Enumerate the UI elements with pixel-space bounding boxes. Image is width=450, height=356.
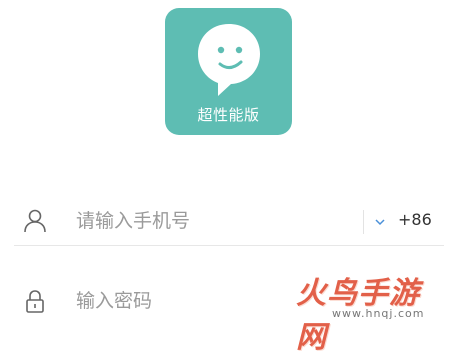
field-underline — [14, 245, 444, 246]
chevron-down-icon[interactable] — [374, 217, 386, 227]
user-icon — [24, 209, 46, 233]
watermark: 火鸟手游网 www.hnqj.com — [296, 268, 446, 355]
country-code[interactable]: +86 — [398, 210, 432, 229]
chat-bubble-icon — [198, 24, 260, 96]
watermark-url: www.hnqj.com — [332, 307, 425, 320]
field-divider — [363, 210, 364, 234]
phone-input[interactable] — [76, 205, 346, 237]
lock-icon — [26, 290, 44, 313]
phone-field: +86 — [14, 198, 444, 246]
logo-caption: 超性能版 — [197, 106, 260, 124]
app-logo: 超性能版 — [165, 8, 292, 135]
